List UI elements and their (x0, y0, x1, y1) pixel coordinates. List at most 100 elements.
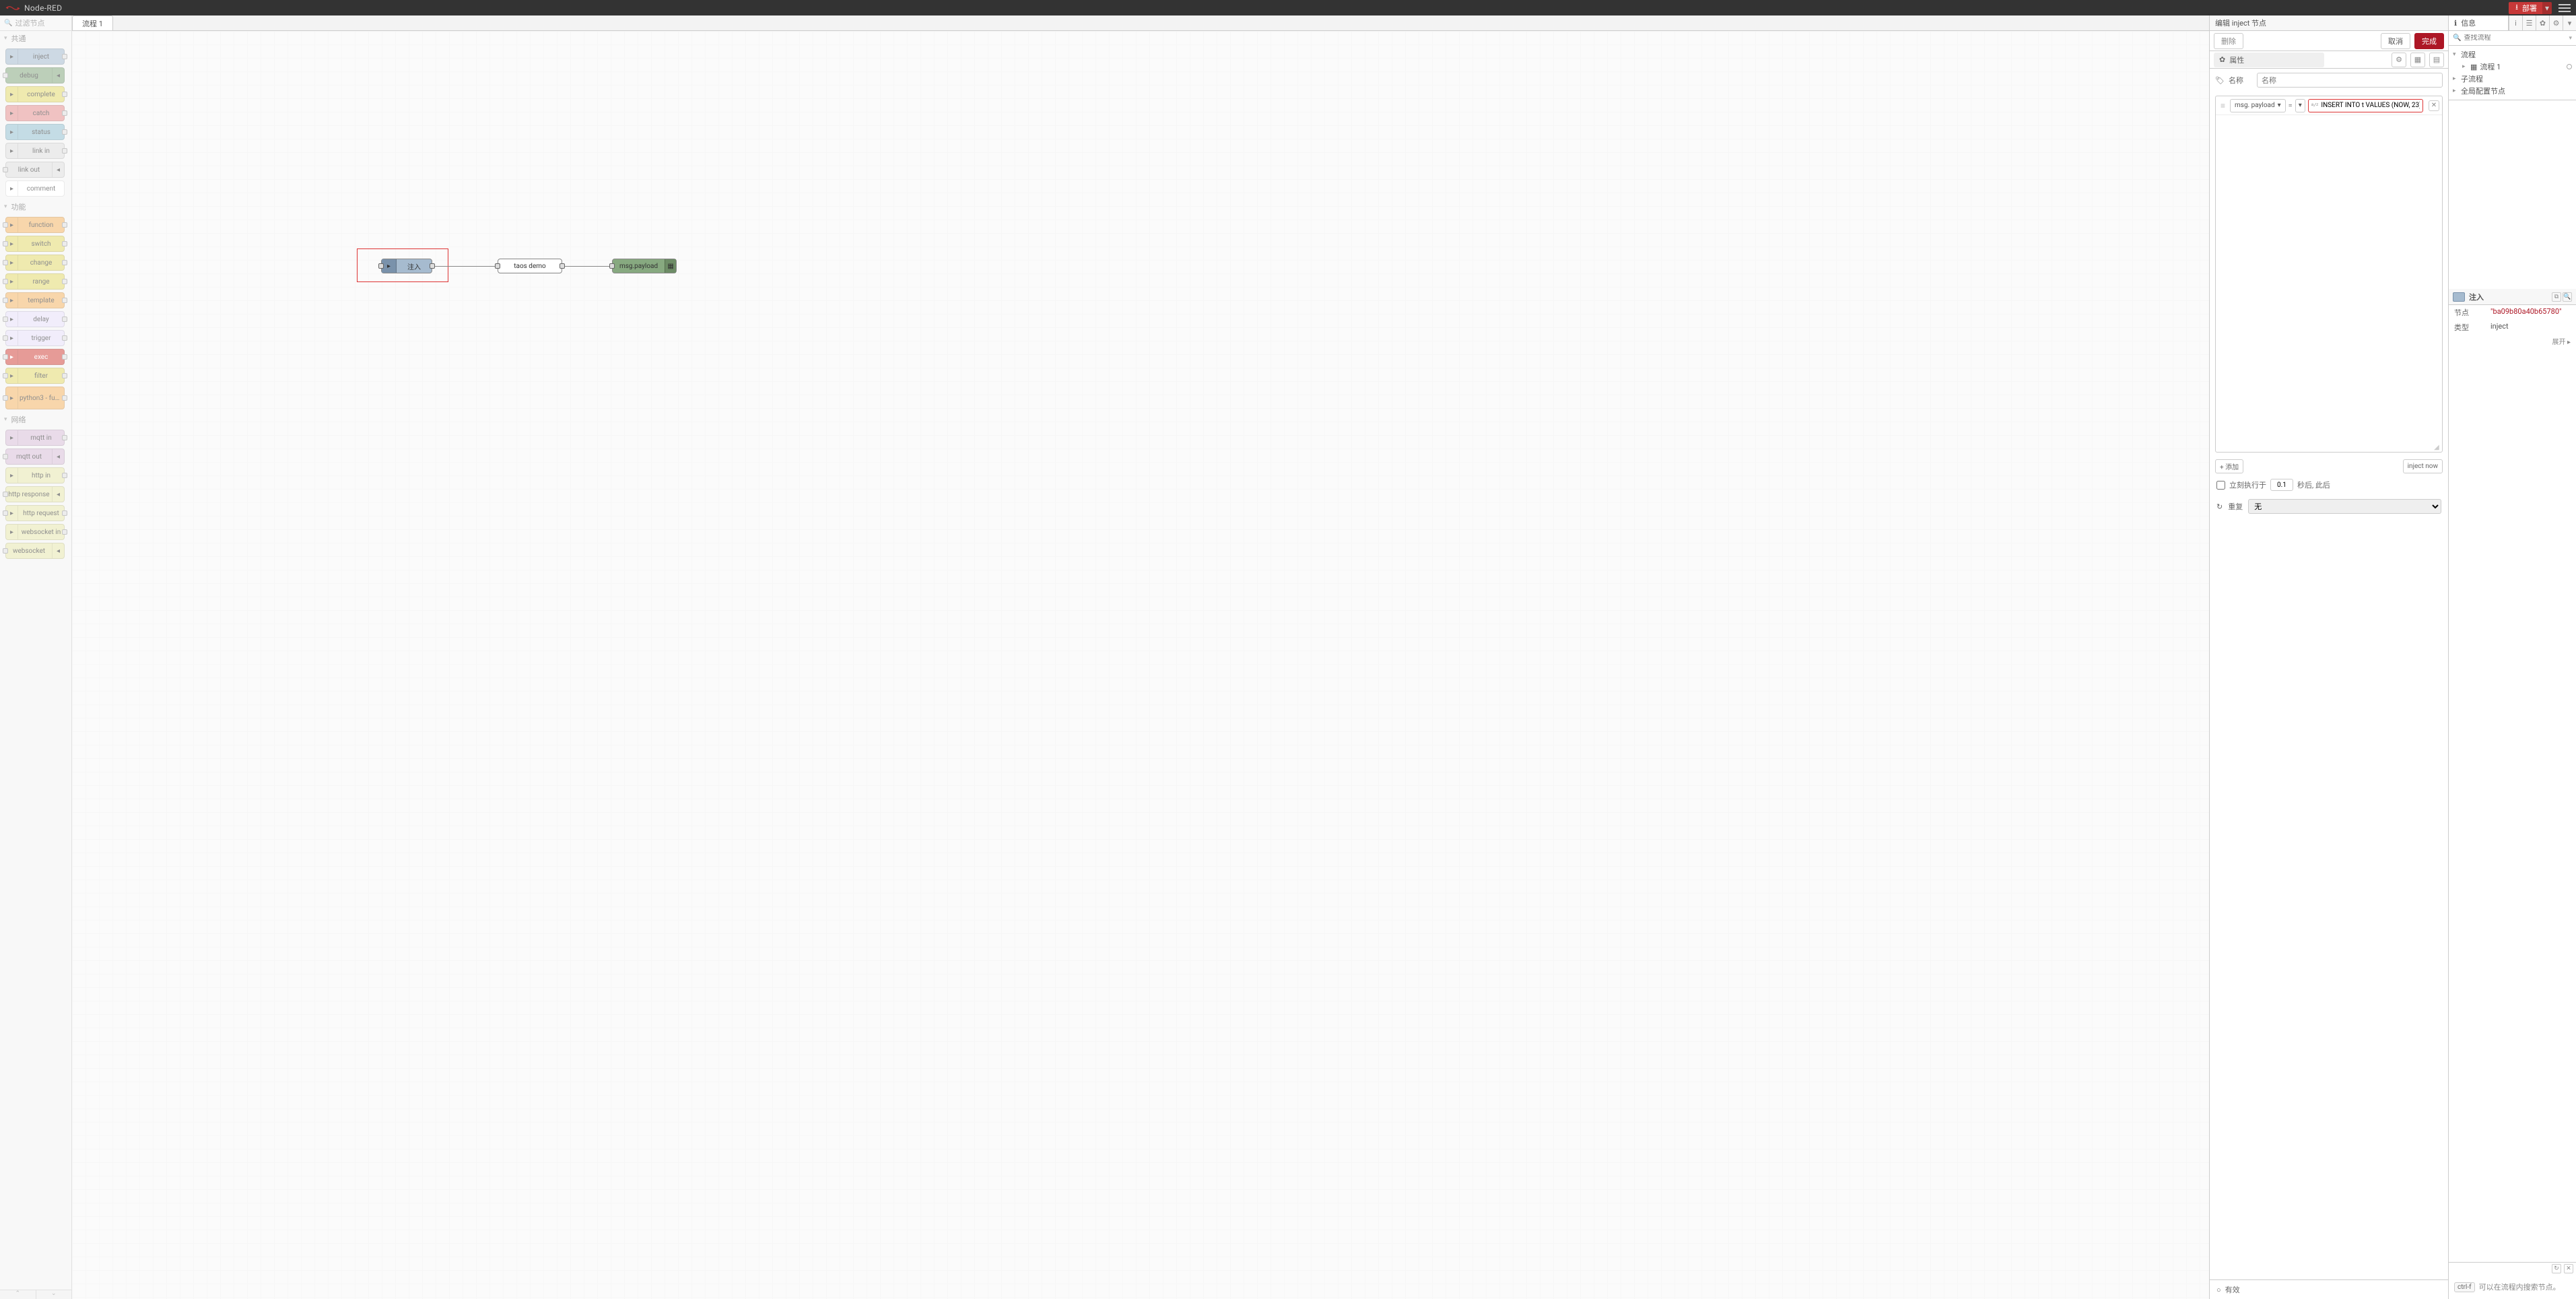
palette-node[interactable]: mqtt out◂ (5, 448, 65, 465)
tree-global-config[interactable]: ▸全局配置节点 (2449, 85, 2576, 97)
info-search-icon[interactable]: 🔍 (2563, 292, 2572, 302)
palette-collapse-all[interactable]: ⌃ (0, 1290, 36, 1299)
hint-close-icon[interactable]: ✕ (2564, 1264, 2573, 1273)
palette-filter-input[interactable] (15, 19, 67, 28)
inject-now-button[interactable]: inject now (2403, 459, 2443, 473)
sidebar-tab-more-icon[interactable]: ▾ (2563, 15, 2576, 30)
palette-node[interactable]: ▸exec (5, 349, 65, 365)
palette-category[interactable]: ▾功能 (0, 199, 65, 214)
palette-node[interactable]: ▸filter (5, 368, 65, 384)
settings-icon[interactable]: ⚙ (2392, 53, 2406, 67)
node-icon: ◂ (52, 68, 64, 83)
flow-tab[interactable]: 流程 1 (72, 15, 113, 30)
node-port (62, 529, 67, 535)
tree-flows[interactable]: ▾流程 (2449, 48, 2576, 61)
palette-node[interactable]: ▸template (5, 292, 65, 308)
palette-node[interactable]: link out◂ (5, 162, 65, 178)
kv-node-key: 节点 (2454, 307, 2490, 318)
node-port (62, 395, 67, 401)
property-type-select[interactable]: ▾ (2295, 99, 2305, 112)
properties-tab[interactable]: ✿ 属性 (2214, 53, 2324, 67)
done-button[interactable]: 完成 (2414, 33, 2444, 49)
palette-node[interactable]: http response◂ (5, 486, 65, 502)
node-port (62, 54, 67, 59)
sidebar-tab-info[interactable]: ℹ 信息 (2449, 15, 2509, 30)
property-key-select[interactable]: msg. payload ▾ (2230, 99, 2286, 112)
palette-node[interactable]: websocket◂ (5, 543, 65, 559)
flow-canvas[interactable]: ▸注入 taos demo msg.payload▦ (72, 31, 2209, 1299)
sidebar-search-input[interactable] (2464, 34, 2566, 42)
palette-node[interactable]: ▸python3 - function (5, 387, 65, 409)
properties-label: 属性 (2229, 55, 2244, 65)
deploy-menu-toggle[interactable]: ▾ (2542, 2, 2552, 14)
palette-node[interactable]: ▸http request (5, 505, 65, 521)
node-label: filter (18, 372, 64, 380)
info-expand-toggle[interactable]: 展开 ▸ (2449, 335, 2576, 347)
property-row: ≡ msg. payload ▾ = ▾ ᵃ⁄ᶻ ✕ (2216, 96, 2442, 115)
sidebar-search-options[interactable]: ▾ (2569, 35, 2572, 42)
sidebar-tab-context-icon[interactable]: ⚙ (2549, 15, 2563, 30)
node-port (62, 317, 67, 322)
kv-type-value: inject (2490, 322, 2509, 333)
sidebar-tab-config-icon[interactable]: ✿ (2536, 15, 2549, 30)
palette-category[interactable]: ▾共通 (0, 31, 65, 46)
tray-actions: 删除 取消 完成 (2210, 31, 2448, 51)
flow-node-taos[interactable]: taos demo (498, 259, 562, 273)
palette-node[interactable]: ▸delay (5, 311, 65, 327)
flow-node-inject[interactable]: ▸注入 (381, 259, 432, 273)
palette-node[interactable]: ▸function (5, 217, 65, 233)
node-port[interactable] (609, 263, 615, 269)
hint-refresh-icon[interactable]: ↻ (2552, 1264, 2561, 1273)
flow-node-debug[interactable]: msg.payload▦ (612, 259, 677, 273)
palette-node[interactable]: ▸range (5, 273, 65, 290)
inject-once-checkbox[interactable] (2216, 481, 2225, 490)
palette-node[interactable]: ▸trigger (5, 330, 65, 346)
node-port[interactable] (560, 263, 565, 269)
palette-node[interactable]: ▸comment (5, 180, 65, 197)
description-icon[interactable]: ▤ (2429, 53, 2444, 67)
remove-property-button[interactable]: ✕ (2429, 100, 2439, 111)
cancel-button[interactable]: 取消 (2381, 33, 2410, 49)
palette-list[interactable]: ▾共通▸injectdebug◂▸complete▸catch▸status▸l… (0, 31, 71, 1290)
property-value-input[interactable] (2321, 102, 2420, 109)
resize-handle-icon[interactable]: ◢ (2434, 444, 2441, 451)
node-icon: ▸ (6, 430, 18, 445)
delete-button[interactable]: 删除 (2214, 33, 2243, 49)
palette-node[interactable]: ▸change (5, 255, 65, 271)
info-copy-icon[interactable]: ⧉ (2552, 292, 2561, 302)
palette-node[interactable]: ▸switch (5, 236, 65, 252)
enabled-toggle[interactable]: ○ (2216, 1286, 2221, 1294)
node-label: debug (6, 72, 52, 79)
palette-node[interactable]: ▸websocket in (5, 524, 65, 540)
palette-node[interactable]: ▸catch (5, 105, 65, 121)
palette-node[interactable]: ▸mqtt in (5, 430, 65, 446)
palette-expand-all[interactable]: ⌄ (36, 1290, 72, 1299)
sidebar-tab-debug-icon[interactable]: ☰ (2522, 15, 2536, 30)
deploy-button[interactable]: ⭳ 部署 (2509, 2, 2544, 14)
main-menu-button[interactable] (2558, 2, 2571, 14)
node-port[interactable] (430, 263, 435, 269)
node-label: trigger (18, 335, 64, 342)
node-port[interactable] (495, 263, 500, 269)
add-property-button[interactable]: + 添加 (2215, 459, 2243, 473)
drag-handle-icon[interactable]: ≡ (2218, 101, 2227, 110)
node-port (3, 335, 8, 341)
flow-status-dot (2567, 64, 2572, 69)
palette-node[interactable]: ▸link in (5, 143, 65, 159)
palette-node[interactable]: ▸http in (5, 467, 65, 484)
name-input[interactable] (2257, 73, 2443, 88)
once-delay-input[interactable] (2270, 479, 2293, 491)
appearance-icon[interactable]: ▦ (2410, 53, 2425, 67)
palette-filter: 🔍 (0, 15, 71, 31)
palette-category[interactable]: ▾网络 (0, 412, 65, 427)
tree-flow-1[interactable]: ▸▦流程 1 (2449, 61, 2576, 73)
repeat-select[interactable]: 无 (2248, 499, 2441, 514)
tree-subflows[interactable]: ▸子流程 (2449, 73, 2576, 85)
palette-node[interactable]: ▸complete (5, 86, 65, 102)
palette-node[interactable]: ▸inject (5, 48, 65, 65)
node-port[interactable] (378, 263, 384, 269)
palette-node[interactable]: ▸status (5, 124, 65, 140)
sidebar-tab-help-icon[interactable]: i (2509, 15, 2522, 30)
palette-node[interactable]: debug◂ (5, 67, 65, 84)
node-label: exec (18, 354, 64, 361)
